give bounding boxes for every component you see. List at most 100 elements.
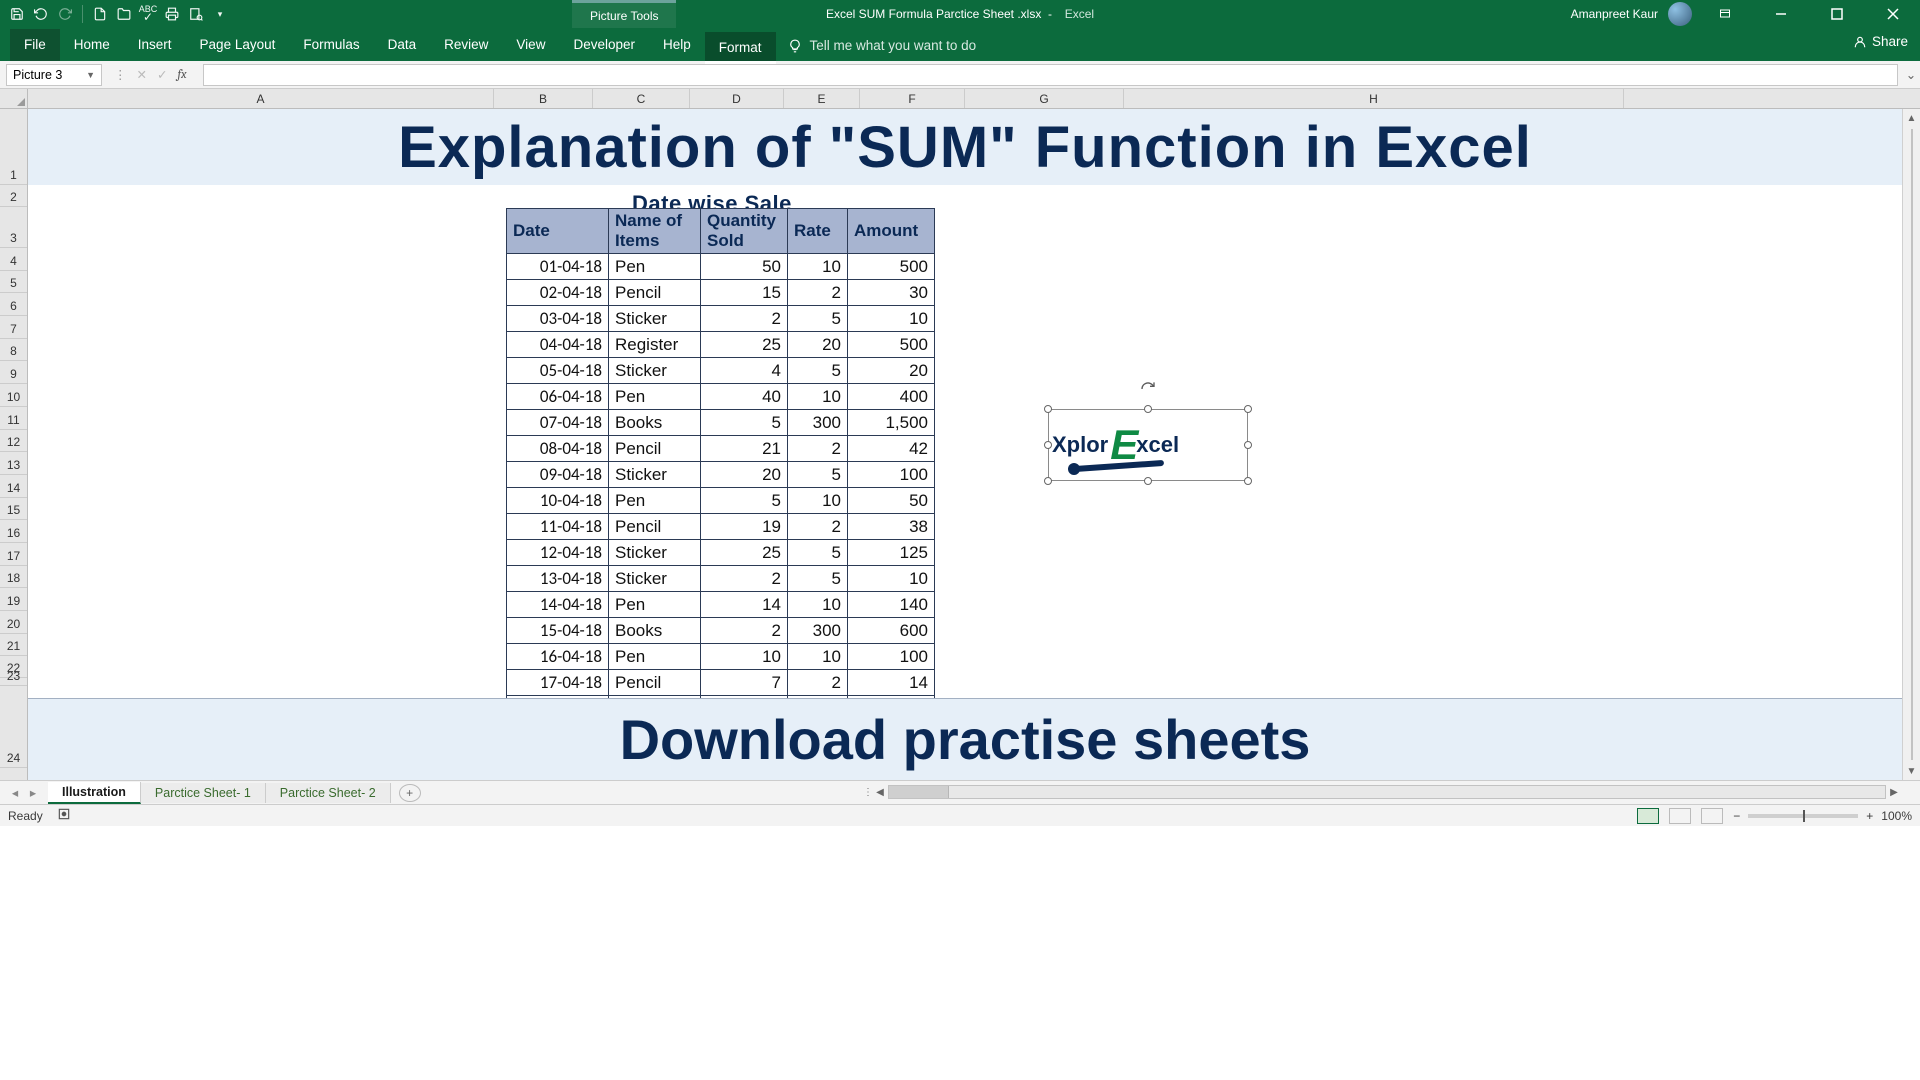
cell-date[interactable]: 17-04-18: [507, 670, 609, 696]
cell-amount[interactable]: 42: [848, 436, 935, 462]
cell-item[interactable]: Pen: [609, 644, 701, 670]
row-header-13[interactable]: 13: [0, 452, 27, 475]
cell-amount[interactable]: 50: [848, 488, 935, 514]
cell-amount[interactable]: 100: [848, 644, 935, 670]
tell-me-search[interactable]: Tell me what you want to do: [776, 30, 989, 61]
cell-item[interactable]: Books: [609, 410, 701, 436]
horizontal-scrollbar[interactable]: ◀ ▶: [872, 784, 1902, 800]
cell-qty[interactable]: 25: [701, 540, 788, 566]
cell-rate[interactable]: 300: [788, 618, 848, 644]
new-file-icon[interactable]: [91, 5, 109, 23]
cell-item[interactable]: Pen: [609, 384, 701, 410]
row-header-11[interactable]: 11: [0, 407, 27, 430]
account-name[interactable]: Amanpreet Kaur: [1571, 7, 1658, 21]
cell-qty[interactable]: 25: [701, 332, 788, 358]
cell-rate[interactable]: 10: [788, 254, 848, 280]
resize-handle-e[interactable]: [1244, 441, 1252, 449]
sheet-tab-practice-2[interactable]: Parctice Sheet- 2: [266, 783, 391, 803]
zoom-level[interactable]: 100%: [1881, 809, 1912, 823]
rotate-handle-icon[interactable]: [1140, 381, 1156, 397]
open-file-icon[interactable]: [115, 5, 133, 23]
resize-handle-sw[interactable]: [1044, 477, 1052, 485]
tab-scroll-split-icon[interactable]: ⋮: [866, 783, 870, 802]
cell-rate[interactable]: 2: [788, 436, 848, 462]
column-header-F[interactable]: F: [860, 89, 965, 108]
cell-amount[interactable]: 125: [848, 540, 935, 566]
maximize-icon[interactable]: [1814, 0, 1860, 28]
cell-date[interactable]: 16-04-18: [507, 644, 609, 670]
vscroll-thumb[interactable]: [1911, 129, 1913, 760]
cell-qty[interactable]: 10: [701, 644, 788, 670]
fx-icon[interactable]: fx: [177, 68, 186, 82]
row-header-5[interactable]: 5: [0, 271, 27, 294]
cell-rate[interactable]: 2: [788, 280, 848, 306]
redo-icon[interactable]: [56, 5, 74, 23]
cell-item[interactable]: Pen: [609, 254, 701, 280]
cell-item[interactable]: Sticker: [609, 358, 701, 384]
cell-rate[interactable]: 2: [788, 670, 848, 696]
cell-item[interactable]: Pencil: [609, 514, 701, 540]
save-icon[interactable]: [8, 5, 26, 23]
cell-rate[interactable]: 10: [788, 384, 848, 410]
cell-qty[interactable]: 19: [701, 514, 788, 540]
row-header-19[interactable]: 19: [0, 588, 27, 611]
cell-rate[interactable]: 5: [788, 358, 848, 384]
cell-rate[interactable]: 300: [788, 410, 848, 436]
cell-amount[interactable]: 1,500: [848, 410, 935, 436]
column-header-H[interactable]: H: [1124, 89, 1624, 108]
tab-nav-next-icon[interactable]: ▸: [24, 785, 42, 800]
column-header-E[interactable]: E: [784, 89, 860, 108]
formula-bar-input[interactable]: [203, 64, 1898, 86]
cell-date[interactable]: 02-04-18: [507, 280, 609, 306]
row-header-14[interactable]: 14: [0, 475, 27, 498]
cell-item[interactable]: Sticker: [609, 540, 701, 566]
cell-amount[interactable]: 600: [848, 618, 935, 644]
row-header-15[interactable]: 15: [0, 498, 27, 521]
minimize-icon[interactable]: [1758, 0, 1804, 28]
tab-page-layout[interactable]: Page Layout: [186, 29, 290, 61]
cancel-formula-icon[interactable]: ✕: [137, 67, 147, 82]
cell-qty[interactable]: 4: [701, 358, 788, 384]
more-icon[interactable]: ⋮: [114, 67, 127, 82]
chevron-down-icon[interactable]: ▼: [86, 70, 95, 80]
name-box[interactable]: Picture 3 ▼: [6, 64, 102, 86]
cell-date[interactable]: 05-04-18: [507, 358, 609, 384]
cell-rate[interactable]: 20: [788, 332, 848, 358]
row-header-3[interactable]: 3: [0, 207, 27, 248]
vertical-scrollbar[interactable]: ▲ ▼: [1902, 109, 1920, 780]
xplorexcel-logo[interactable]: Xplor E xcel: [1052, 413, 1244, 477]
column-header-G[interactable]: G: [965, 89, 1124, 108]
cell-date[interactable]: 14-04-18: [507, 592, 609, 618]
tab-view[interactable]: View: [502, 29, 559, 61]
spellcheck-icon[interactable]: ABC✓: [139, 5, 157, 23]
ribbon-display-options-icon[interactable]: [1702, 0, 1748, 28]
cell-date[interactable]: 01-04-18: [507, 254, 609, 280]
cell-amount[interactable]: 10: [848, 566, 935, 592]
cell-qty[interactable]: 50: [701, 254, 788, 280]
view-page-layout-icon[interactable]: [1669, 808, 1691, 824]
zoom-control[interactable]: − + 100%: [1733, 809, 1912, 823]
resize-handle-se[interactable]: [1244, 477, 1252, 485]
row-header-9[interactable]: 9: [0, 361, 27, 384]
cell-qty[interactable]: 2: [701, 566, 788, 592]
cell-item[interactable]: Pencil: [609, 670, 701, 696]
resize-handle-w[interactable]: [1044, 441, 1052, 449]
row-header-24[interactable]: 24: [0, 686, 27, 768]
column-header-A[interactable]: A: [28, 89, 494, 108]
cell-amount[interactable]: 140: [848, 592, 935, 618]
select-all-corner[interactable]: [0, 89, 28, 108]
cell-amount[interactable]: 20: [848, 358, 935, 384]
row-header-8[interactable]: 8: [0, 339, 27, 362]
expand-formula-bar-icon[interactable]: ⌄: [1902, 67, 1920, 82]
column-header-D[interactable]: D: [690, 89, 784, 108]
tab-nav-prev-icon[interactable]: ◂: [6, 785, 24, 800]
tab-nav-buttons[interactable]: ◂▸: [0, 785, 48, 800]
row-header-23[interactable]: 23: [0, 678, 27, 686]
account-avatar-icon[interactable]: [1668, 2, 1692, 26]
cell-qty[interactable]: 5: [701, 488, 788, 514]
hscroll-thumb[interactable]: [889, 786, 949, 798]
tab-developer[interactable]: Developer: [559, 29, 649, 61]
cell-qty[interactable]: 40: [701, 384, 788, 410]
view-page-break-icon[interactable]: [1701, 808, 1723, 824]
close-icon[interactable]: [1870, 0, 1916, 28]
